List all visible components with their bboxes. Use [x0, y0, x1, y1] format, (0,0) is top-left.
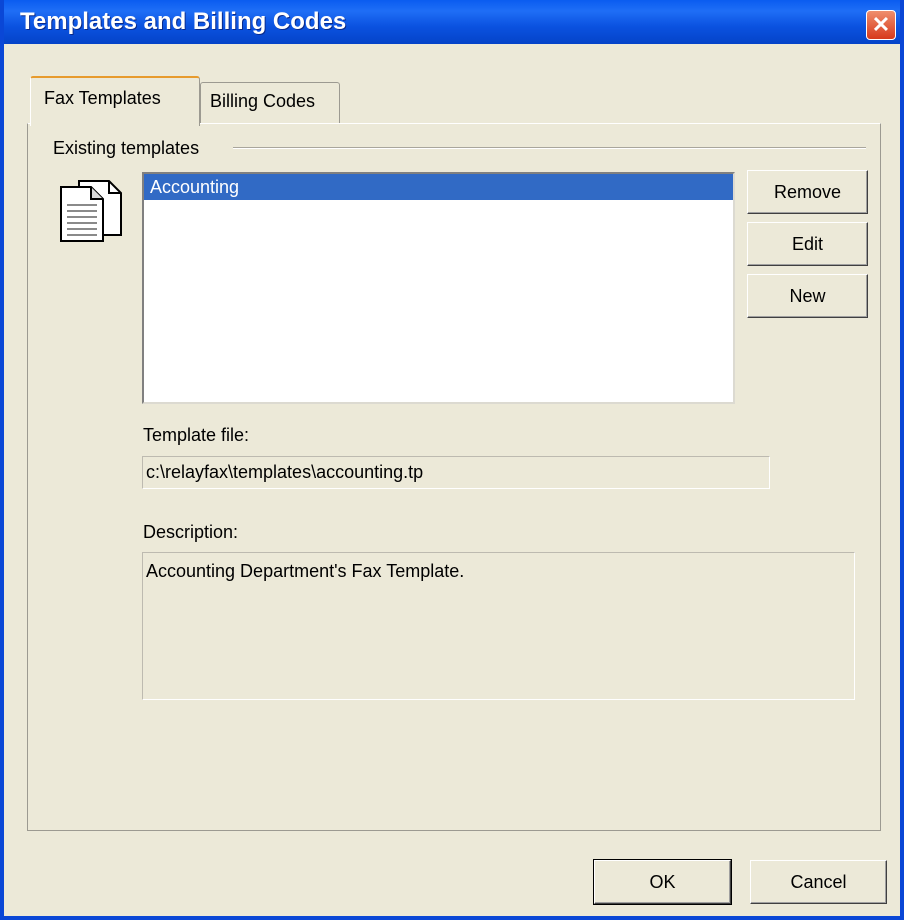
close-icon: ✕ [871, 12, 891, 37]
tab-label: Fax Templates [44, 88, 161, 108]
title-bar[interactable]: Templates and Billing Codes ✕ [4, 0, 900, 44]
ok-button[interactable]: OK [593, 859, 732, 905]
description-label: Description: [143, 522, 239, 542]
window-title: Templates and Billing Codes [20, 8, 347, 35]
tab-label: Billing Codes [210, 91, 316, 111]
tab-billing-codes[interactable]: Billing Codes [200, 82, 340, 124]
template-file-label: Template file: [143, 425, 250, 445]
close-button[interactable]: ✕ [866, 10, 896, 40]
description-field: Accounting Department's Fax Template. [142, 552, 855, 700]
template-file-field: c:\relayfax\templates\accounting.tp [142, 456, 770, 489]
list-item[interactable]: Accounting [144, 174, 733, 200]
templates-listbox[interactable]: Accounting [142, 172, 735, 404]
edit-button[interactable]: Edit [747, 222, 868, 266]
existing-templates-label: Existing templates [53, 138, 200, 158]
cancel-button[interactable]: Cancel [750, 860, 887, 904]
group-divider [233, 147, 866, 149]
tab-fax-templates[interactable]: Fax Templates [30, 76, 200, 126]
new-button[interactable]: New [747, 274, 868, 318]
documents-icon [60, 180, 122, 242]
remove-button[interactable]: Remove [747, 170, 868, 214]
